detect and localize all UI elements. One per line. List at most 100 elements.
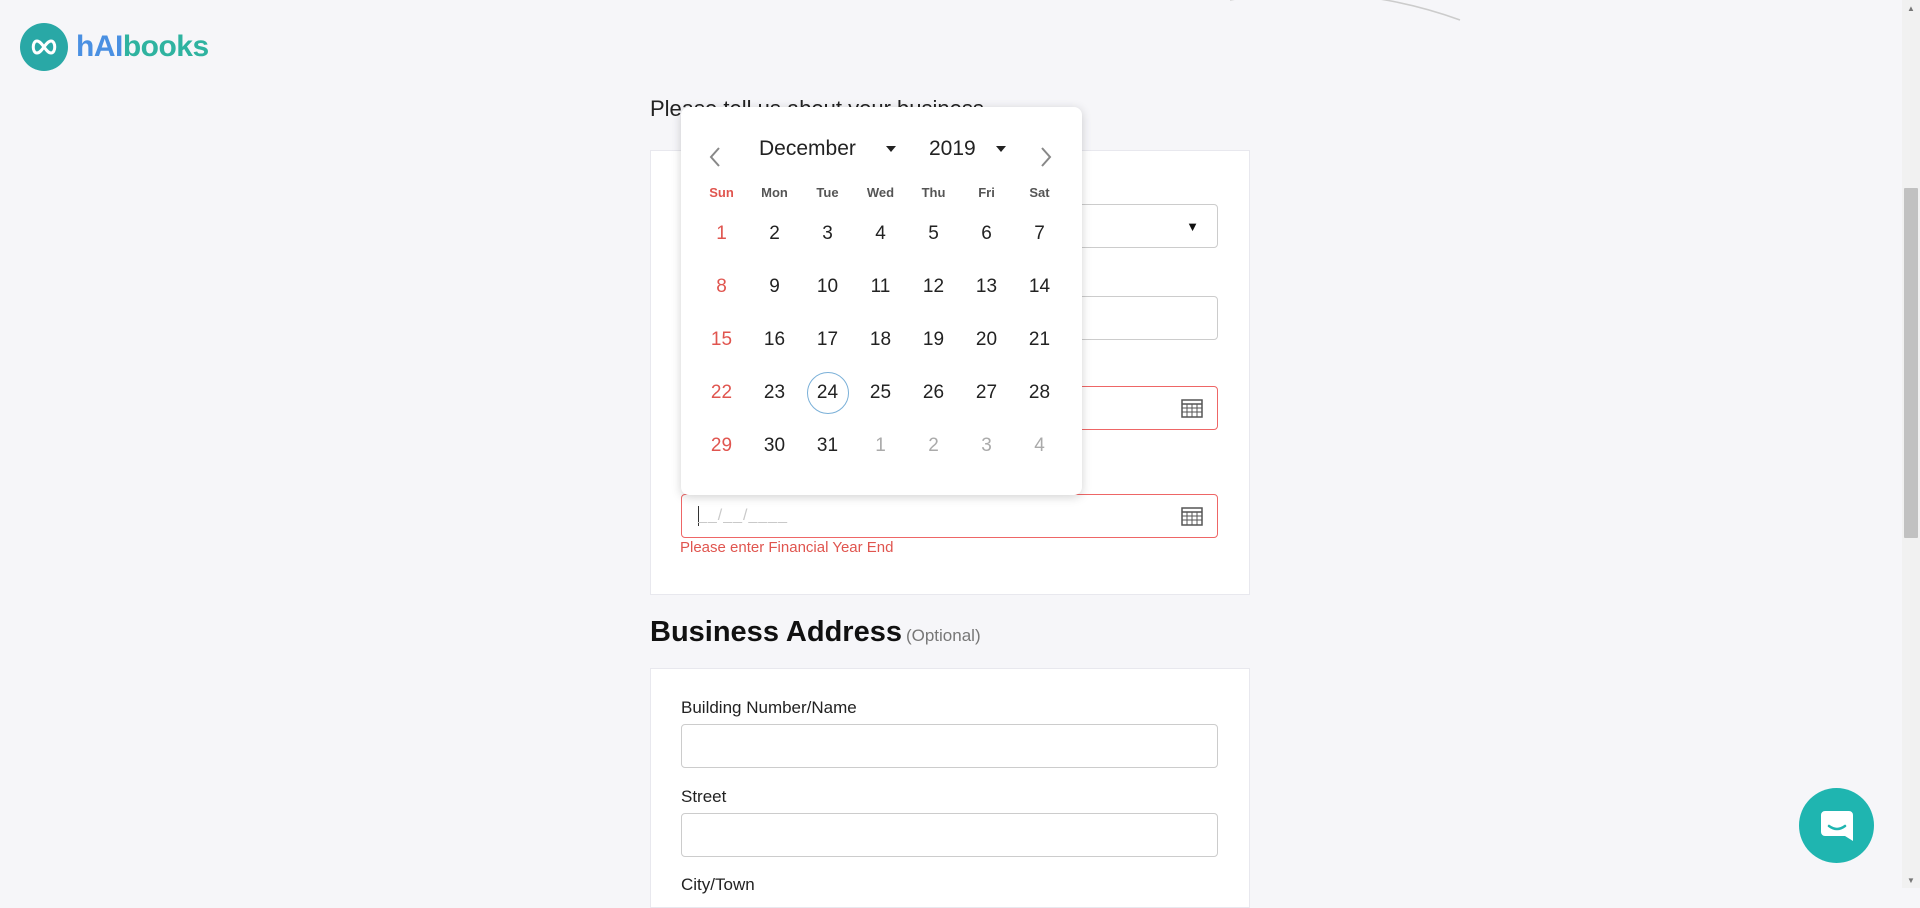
calendar-day-number: 17 — [816, 328, 839, 350]
calendar-day-today[interactable]: 24 — [801, 366, 854, 419]
scroll-up-arrow-icon[interactable]: ▲ — [1902, 0, 1920, 16]
logo-wordmark-part: books — [122, 30, 209, 63]
calendar-day-number: 1 — [875, 434, 886, 456]
weekday-header: Sun Mon Tue Wed Thu Fri Sat — [695, 185, 1065, 200]
weekday-label: Wed — [866, 185, 895, 200]
calendar-day[interactable]: 16 — [748, 313, 801, 366]
calendar-day-number: 26 — [922, 381, 945, 403]
calendar-day[interactable]: 4 — [854, 207, 907, 260]
calendar-day[interactable]: 30 — [748, 419, 801, 472]
calendar-day-next-month[interactable]: 4 — [1013, 419, 1066, 472]
financial-year-end-error: Please enter Financial Year End — [680, 539, 894, 556]
calendar-day[interactable]: 17 — [801, 313, 854, 366]
calendar-day[interactable]: 2 — [748, 207, 801, 260]
calendar-day-number: 11 — [870, 275, 891, 297]
calendar-day[interactable]: 28 — [1013, 366, 1066, 419]
calendar-day-number: 8 — [716, 275, 727, 297]
year-select[interactable]: 2019 — [929, 137, 1006, 161]
calendar-day[interactable]: 1 — [695, 207, 748, 260]
calendar-day-number: 3 — [822, 222, 833, 244]
calendar-day-number: 10 — [816, 275, 839, 297]
calendar-day-number: 21 — [1028, 328, 1051, 350]
weekday-label: Fri — [978, 185, 995, 200]
calendar-day-number: 15 — [710, 328, 733, 350]
calendar-day[interactable]: 7 — [1013, 207, 1066, 260]
chat-launcher-button[interactable] — [1799, 788, 1874, 863]
calendar-days-grid: 1 2 3 4 5 6 7 8 9 10 11 12 13 14 15 16 1… — [695, 207, 1065, 472]
calendar-day[interactable]: 18 — [854, 313, 907, 366]
calendar-day-number: 6 — [981, 222, 992, 244]
logo-wordmark: hAIbooks — [76, 30, 209, 64]
calendar-day-number: 13 — [975, 275, 998, 297]
calendar-day-next-month[interactable]: 3 — [960, 419, 1013, 472]
calendar-day[interactable]: 5 — [907, 207, 960, 260]
chevron-right-icon — [1041, 147, 1052, 167]
calendar-day-number: 2 — [928, 434, 939, 456]
building-input[interactable] — [681, 724, 1218, 768]
calendar-day-number: 25 — [869, 381, 892, 403]
year-select-value: 2019 — [929, 137, 976, 160]
calendar-day-number: 28 — [1028, 381, 1051, 403]
financial-year-end-input[interactable]: __/__/____ — [681, 494, 1218, 538]
calendar-day[interactable]: 9 — [748, 260, 801, 313]
calendar-icon[interactable] — [1181, 398, 1203, 423]
app-logo[interactable]: hAIbooks — [20, 23, 209, 71]
calendar-day[interactable]: 23 — [748, 366, 801, 419]
weekday-label: Sat — [1029, 185, 1050, 200]
calendar-day[interactable]: 31 — [801, 419, 854, 472]
calendar-day-number: 27 — [975, 381, 998, 403]
calendar-day[interactable]: 3 — [801, 207, 854, 260]
calendar-day[interactable]: 22 — [695, 366, 748, 419]
calendar-day-number: 19 — [922, 328, 945, 350]
scroll-thumb[interactable] — [1904, 188, 1918, 538]
calendar-day[interactable]: 26 — [907, 366, 960, 419]
decorative-curve — [1230, 0, 1461, 21]
calendar-day-number: 1 — [716, 222, 727, 244]
calendar-day-number: 12 — [922, 275, 945, 297]
calendar-day[interactable]: 13 — [960, 260, 1013, 313]
business-address-title-text: Business Address — [650, 616, 902, 648]
dropdown-arrow-icon — [995, 146, 1006, 152]
calendar-day-next-month[interactable]: 2 — [907, 419, 960, 472]
calendar-day[interactable]: 14 — [1013, 260, 1066, 313]
calendar-day[interactable]: 11 — [854, 260, 907, 313]
calendar-day[interactable]: 25 — [854, 366, 907, 419]
calendar-day[interactable]: 8 — [695, 260, 748, 313]
chat-icon — [1820, 810, 1853, 841]
weekday-label: Mon — [761, 185, 788, 200]
calendar-day-number: 29 — [710, 434, 733, 456]
prev-month-button[interactable] — [703, 142, 727, 172]
calendar-day-number: 24 — [806, 371, 849, 414]
calendar-day[interactable]: 12 — [907, 260, 960, 313]
calendar-day[interactable]: 27 — [960, 366, 1013, 419]
calendar-day[interactable]: 10 — [801, 260, 854, 313]
dropdown-arrow-icon — [885, 146, 896, 152]
calendar-day-next-month[interactable]: 1 — [854, 419, 907, 472]
calendar-day-number: 31 — [816, 434, 839, 456]
month-select-value: December — [759, 137, 856, 160]
dropdown-arrow-icon: ▼ — [1186, 219, 1199, 234]
weekday-label: Tue — [816, 185, 839, 200]
calendar-day[interactable]: 21 — [1013, 313, 1066, 366]
calendar-day-number: 22 — [710, 381, 733, 403]
scroll-down-arrow-icon[interactable]: ▼ — [1902, 872, 1920, 888]
month-select[interactable]: December — [759, 137, 896, 161]
calendar-day-number: 14 — [1028, 275, 1051, 297]
calendar-day-number: 23 — [763, 381, 786, 403]
street-input[interactable] — [681, 813, 1218, 857]
calendar-icon[interactable] — [1181, 506, 1203, 531]
calendar-day-number: 16 — [763, 328, 786, 350]
next-month-button[interactable] — [1034, 142, 1058, 172]
calendar-day[interactable]: 20 — [960, 313, 1013, 366]
calendar-day[interactable]: 19 — [907, 313, 960, 366]
street-label: Street — [681, 787, 727, 806]
calendar-day[interactable]: 15 — [695, 313, 748, 366]
calendar-day-number: 2 — [769, 222, 780, 244]
calendar-day[interactable]: 6 — [960, 207, 1013, 260]
date-mask-placeholder: __/__/____ — [698, 507, 789, 524]
business-address-title: Business Address (Optional) — [650, 616, 981, 649]
page-scrollbar[interactable]: ▲ ▼ — [1902, 0, 1920, 888]
calendar-day[interactable]: 29 — [695, 419, 748, 472]
date-picker-popup: December 2019 Sun Mon Tue Wed Thu Fri Sa… — [681, 107, 1082, 495]
chevron-left-icon — [709, 147, 720, 167]
